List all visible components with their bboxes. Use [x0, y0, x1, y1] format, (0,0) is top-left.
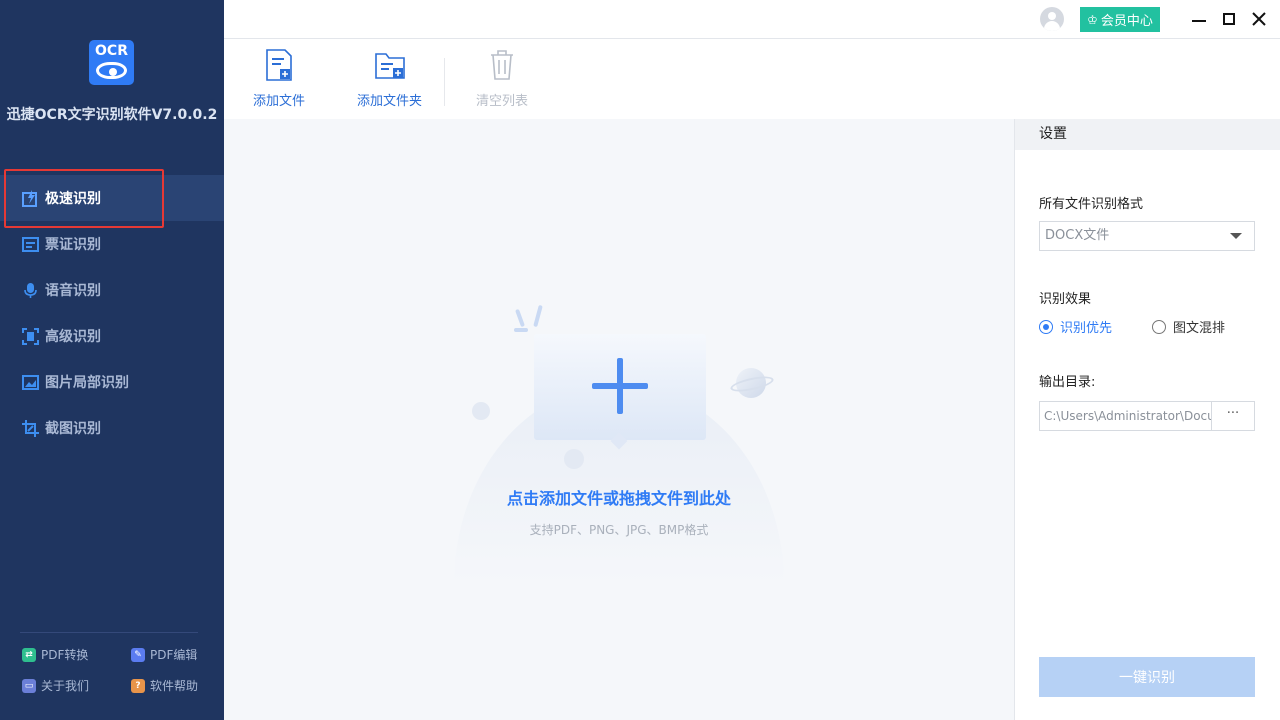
vip-center-label: 会员中心: [1100, 14, 1153, 29]
clear-list-label: 清空列表: [476, 94, 529, 109]
image-chart-icon: [22, 374, 39, 391]
radio-recognition-priority[interactable]: 识别优先: [1039, 317, 1112, 336]
add-folder-icon: [374, 53, 405, 79]
crown-icon: ♔: [1087, 12, 1098, 27]
scan-frame-icon: [22, 327, 39, 345]
pdf-edit-label: PDF编辑: [150, 648, 198, 662]
format-label: 所有文件识别格式: [1039, 197, 1144, 212]
radio-label: 识别优先: [1060, 321, 1113, 336]
toolbar: 添加文件 添加文件夹 清空列表: [224, 40, 1280, 119]
chevron-down-icon: [1230, 233, 1242, 239]
active-item-highlight: [4, 169, 164, 228]
logo-text: OCR: [95, 43, 128, 59]
add-file-label: 添加文件: [253, 94, 306, 109]
help-link[interactable]: ? 软件帮助: [131, 677, 198, 694]
effect-label: 识别效果: [1039, 292, 1092, 307]
close-icon: [1252, 12, 1266, 26]
about-link[interactable]: ▭ 关于我们: [22, 677, 89, 694]
radio-dot: [1039, 319, 1053, 334]
ticket-icon: [22, 236, 39, 253]
add-file-icon: [266, 49, 292, 81]
trash-icon: [491, 50, 513, 80]
app-title: 迅捷OCR文字识别软件V7.0.0.2: [6, 107, 218, 123]
minimize-icon: [1192, 20, 1206, 22]
minimize-button[interactable]: [1190, 10, 1208, 28]
browse-button[interactable]: ···: [1211, 401, 1255, 431]
radio-label: 图文混排: [1173, 321, 1226, 336]
clear-list-button[interactable]: 清空列表: [476, 48, 528, 109]
sidebar: OCR 迅捷OCR文字识别软件V7.0.0.2 极速识别 票证识别 语音识别 高…: [0, 0, 224, 720]
sidebar-item-advanced-recognition[interactable]: 高级识别: [0, 313, 224, 359]
one-click-recognize-button[interactable]: 一键识别: [1039, 657, 1255, 697]
decor-bubble: [472, 402, 490, 420]
add-folder-label: 添加文件夹: [357, 94, 423, 109]
toolbar-divider: [444, 58, 445, 106]
pdf-convert-link[interactable]: ⇄ PDF转换: [22, 646, 88, 663]
app-logo: OCR: [89, 40, 134, 85]
eye-icon: [96, 62, 127, 79]
plus-icon-bar: [592, 383, 648, 389]
about-label: 关于我们: [41, 679, 90, 693]
settings-header: 设置: [1015, 119, 1280, 150]
decor-ray: [533, 304, 543, 328]
output-path-field[interactable]: C:\Users\Administrator\Documents: [1039, 401, 1212, 431]
settings-panel: 设置 所有文件识别格式 DOCX文件 识别效果 识别优先 图文混排 输出目录: …: [1014, 119, 1280, 720]
decor-ray: [515, 308, 525, 328]
pdf-convert-icon: ⇄: [22, 647, 36, 662]
decor-ray: [514, 328, 528, 332]
format-select[interactable]: DOCX文件: [1039, 221, 1255, 251]
file-drop-zone[interactable]: 点击添加文件或拖拽文件到此处 支持PDF、PNG、JPG、BMP格式: [224, 119, 1014, 720]
pdf-edit-link[interactable]: ✎ PDF编辑: [131, 646, 197, 663]
crop-icon: [22, 419, 39, 437]
add-file-button[interactable]: 添加文件: [253, 48, 305, 109]
maximize-icon: [1223, 13, 1235, 25]
pdf-convert-label: PDF转换: [41, 648, 89, 662]
help-icon: ?: [131, 678, 145, 693]
about-icon: ▭: [22, 678, 36, 693]
sidebar-item-label: 截图识别: [45, 421, 101, 437]
add-folder-button[interactable]: 添加文件夹: [357, 48, 422, 109]
title-bar: ♔ 会员中心: [224, 0, 1280, 39]
radio-mixed-layout[interactable]: 图文混排: [1152, 317, 1225, 336]
sidebar-item-label: 语音识别: [45, 283, 101, 299]
sidebar-item-voice-recognition[interactable]: 语音识别: [0, 267, 224, 313]
user-avatar[interactable]: [1040, 7, 1064, 31]
output-dir-label: 输出目录:: [1039, 375, 1096, 390]
microphone-icon: [22, 282, 39, 299]
sidebar-item-screenshot-recognition[interactable]: 截图识别: [0, 405, 224, 451]
decor-bubble: [564, 449, 584, 469]
sidebar-divider: [20, 632, 198, 633]
drop-instruction: 点击添加文件或拖拽文件到此处: [506, 489, 731, 508]
close-button[interactable]: [1250, 10, 1268, 28]
supported-formats: 支持PDF、PNG、JPG、BMP格式: [529, 523, 709, 537]
sidebar-item-label: 高级识别: [45, 329, 101, 345]
help-label: 软件帮助: [150, 679, 199, 693]
maximize-button[interactable]: [1220, 10, 1238, 28]
sidebar-item-label: 图片局部识别: [45, 375, 129, 391]
sidebar-item-partial-image-recognition[interactable]: 图片局部识别: [0, 359, 224, 405]
format-select-value: DOCX文件: [1045, 228, 1110, 243]
sidebar-item-label: 票证识别: [45, 237, 101, 253]
pdf-edit-icon: ✎: [131, 647, 145, 662]
vip-center-button[interactable]: ♔ 会员中心: [1080, 7, 1160, 32]
radio-dot: [1152, 319, 1166, 334]
